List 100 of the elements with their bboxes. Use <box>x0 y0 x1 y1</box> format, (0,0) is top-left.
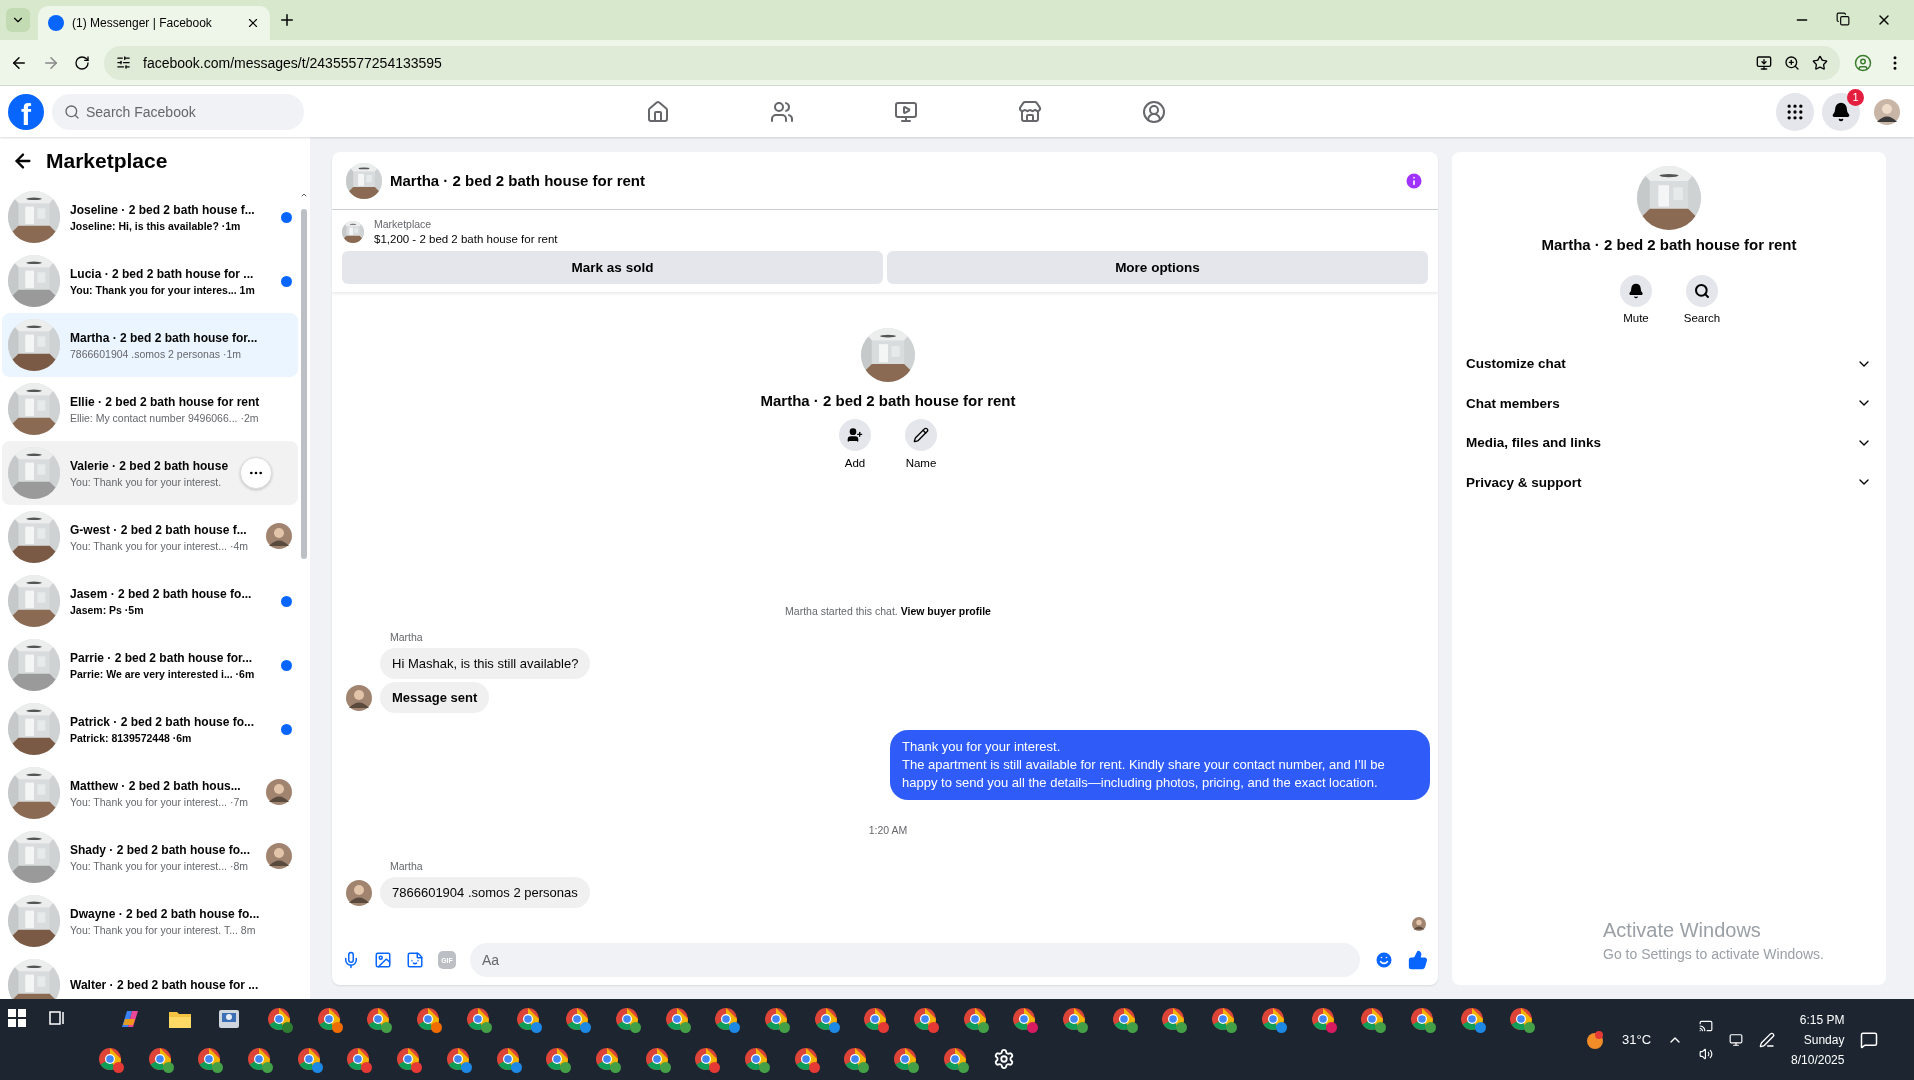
volume-icon[interactable] <box>1699 1046 1714 1061</box>
chrome-icon[interactable] <box>1409 1007 1434 1031</box>
reload-icon[interactable] <box>74 54 90 71</box>
chrome-icon[interactable] <box>445 1047 470 1071</box>
conversation-item[interactable]: Patrick · 2 bed 2 bath house fo... Patrick: 8139572448 ·6m <box>2 697 298 761</box>
conversation-title: Parrie · 2 bed 2 bath house for... <box>70 650 253 665</box>
chrome-icon[interactable] <box>1111 1007 1136 1031</box>
zoom-icon[interactable] <box>1784 54 1800 71</box>
conversation-item[interactable]: Parrie · 2 bed 2 bath house for... Parrie: We are very interested i... ·6m <box>2 633 298 697</box>
details-section[interactable]: Chat members <box>1452 383 1886 423</box>
search-icon <box>64 103 80 120</box>
conversation-item[interactable]: Joseline · 2 bed 2 bath house f... Joseline: Hi, is this available? ·1m <box>2 185 298 249</box>
conversation-preview: You: Thank you for your interes... 1m <box>70 283 255 296</box>
chrome-icon[interactable] <box>644 1047 669 1071</box>
bell-icon <box>1831 101 1851 122</box>
conversation-preview: Ellie: My contact number 9496066... ·2m <box>70 411 259 424</box>
search-field[interactable]: Search Facebook <box>52 93 304 130</box>
photo-icon[interactable] <box>374 951 392 969</box>
clock-time[interactable]: 6:15 PM <box>1799 1012 1845 1027</box>
chrome-icon[interactable] <box>962 1007 987 1031</box>
chrome-icon[interactable] <box>465 1007 490 1031</box>
message-bubble: Message sent <box>380 682 490 713</box>
info-icon[interactable] <box>1404 170 1424 191</box>
pen-icon[interactable] <box>1759 1031 1776 1048</box>
weather-icon[interactable] <box>1584 1028 1606 1051</box>
conversation-item[interactable]: Ellie · 2 bed 2 bath house for rent Ellie: My contact number 9496066... ·2m <box>2 377 298 441</box>
like-icon[interactable] <box>1408 950 1428 970</box>
address-bar[interactable]: facebook.com/messages/t/24355577254133595 <box>104 45 1840 80</box>
buyer-profile-link[interactable]: View buyer profile <box>900 605 991 617</box>
conversation-title: Dwayne · 2 bed 2 bath house fo... <box>70 906 260 921</box>
conversation-item[interactable]: Matthew · 2 bed 2 bath hous... You: Thank you for your interest... ·7m <box>2 761 298 825</box>
notifications-icon[interactable] <box>1860 1030 1879 1049</box>
restore-icon[interactable] <box>1836 12 1850 26</box>
clock-date[interactable]: 8/10/2025 <box>1791 1052 1845 1067</box>
scroll-up-icon[interactable] <box>300 191 308 199</box>
install-icon[interactable] <box>1756 54 1772 71</box>
clock-day[interactable]: Sunday <box>1803 1032 1845 1047</box>
display-icon[interactable] <box>1729 1032 1744 1047</box>
message-field[interactable]: Aa <box>470 943 1360 977</box>
sticker-icon[interactable] <box>406 951 424 969</box>
chrome-icon[interactable] <box>147 1047 172 1071</box>
conversation-title: Martha · 2 bed 2 bath house for... <box>70 330 258 345</box>
conversation-preview: You: Thank you for your interest. <box>70 475 222 488</box>
close-icon[interactable] <box>246 16 260 30</box>
chrome-icon[interactable] <box>495 1047 520 1071</box>
details-name: Martha · 2 bed 2 bath house for rent <box>1541 236 1797 253</box>
chrome-icon[interactable] <box>1310 1007 1335 1031</box>
conversation-preview: Jasem: Ps ·5m <box>70 603 144 616</box>
conversation-item[interactable]: Lucia · 2 bed 2 bath house for ... You: Thank you for your interes... 1m <box>2 249 298 313</box>
cast-icon[interactable] <box>1699 1018 1714 1033</box>
chrome-icon[interactable] <box>316 1007 341 1031</box>
profile-icon[interactable] <box>1854 53 1872 72</box>
add-person-icon <box>847 427 863 443</box>
conversation-title: Jasem · 2 bed 2 bath house fo... <box>70 586 252 601</box>
browser-tab[interactable]: (1) Messenger | Facebook <box>38 6 270 40</box>
action-button[interactable]: More options <box>887 251 1428 284</box>
conversation-preview: You: Thank you for your interest. T... 8m <box>70 923 256 936</box>
conversation-item[interactable]: Shady · 2 bed 2 bath house fo... You: Thank you for your interest... ·8m <box>2 825 298 889</box>
app-icon[interactable] <box>218 1008 241 1030</box>
chrome-icon[interactable] <box>1260 1007 1285 1031</box>
conversation-item[interactable]: G-west · 2 bed 2 bath house f... You: Thank you for your interest... ·4m <box>2 505 298 569</box>
conversation-item[interactable]: Jasem · 2 bed 2 bath house fo... Jasem: Ps ·5m <box>2 569 298 633</box>
windows-start-icon[interactable] <box>8 1009 26 1027</box>
action-button[interactable]: Mark as sold <box>342 251 883 284</box>
site-settings-icon[interactable] <box>116 55 131 70</box>
chrome-icon[interactable] <box>296 1047 321 1071</box>
new-tab-icon[interactable] <box>278 11 296 29</box>
menu-button[interactable] <box>1776 92 1814 131</box>
chrome-icon[interactable] <box>614 1007 639 1031</box>
bell-icon <box>1628 283 1644 299</box>
task-view-icon[interactable] <box>48 1009 66 1027</box>
chrome-icon[interactable] <box>793 1047 818 1071</box>
pencil-icon <box>913 427 929 443</box>
bookmark-icon[interactable] <box>1812 54 1828 71</box>
details-section[interactable]: Customize chat <box>1452 344 1886 384</box>
settings-icon[interactable] <box>993 1048 1016 1070</box>
microphone-icon[interactable] <box>342 951 360 969</box>
chat-name: Martha · 2 bed 2 bath house for rent <box>760 392 1016 409</box>
conversation-item[interactable]: Dwayne · 2 bed 2 bath house fo... You: Thank you for your interest. T... 8m <box>2 889 298 953</box>
conversation-title: Matthew · 2 bed 2 bath hous... <box>70 778 241 793</box>
chrome-icon[interactable] <box>664 1007 689 1031</box>
chrome-icon[interactable] <box>515 1007 540 1031</box>
facebook-logo[interactable]: f <box>8 93 44 130</box>
folder-icon[interactable] <box>167 1009 192 1029</box>
chrome-icon[interactable] <box>763 1007 788 1031</box>
chrome-icon[interactable] <box>942 1047 967 1071</box>
conversation-item[interactable]: Martha · 2 bed 2 bath house for... 7866601904 .somos 2 personas ·1m <box>2 313 298 377</box>
chrome-icon[interactable] <box>1459 1007 1484 1031</box>
tab-menu-button[interactable] <box>6 8 30 32</box>
emoji-icon[interactable] <box>1374 950 1394 970</box>
conversation-preview: Joseline: Hi, is this available? ·1m <box>70 219 241 232</box>
details-section[interactable]: Privacy & support <box>1452 462 1886 502</box>
chrome-icon[interactable] <box>743 1047 768 1071</box>
details-section[interactable]: Media, files and links <box>1452 423 1886 463</box>
conversation-title: Joseline · 2 bed 2 bath house f... <box>70 202 255 217</box>
conversation-item[interactable]: Valerie · 2 bed 2 bath house You: Thank you for your interest. <box>2 441 298 505</box>
scrollbar-thumb[interactable] <box>301 209 307 559</box>
temperature[interactable]: 31°C <box>1622 1032 1652 1047</box>
chrome-icon[interactable] <box>813 1007 838 1031</box>
chrome-icon[interactable] <box>594 1047 619 1071</box>
